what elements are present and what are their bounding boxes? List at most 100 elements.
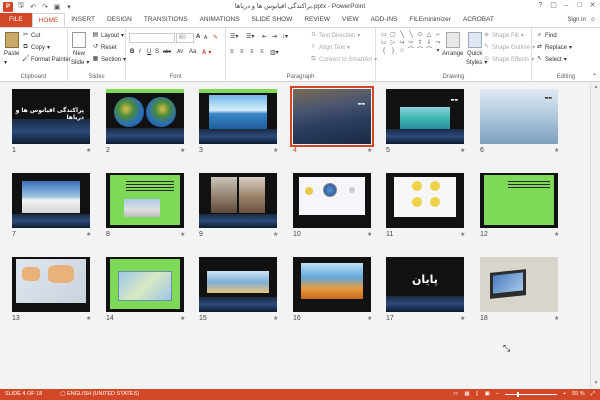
shape-item[interactable]: ▭ bbox=[380, 32, 388, 39]
shape-item[interactable]: ▭ bbox=[380, 40, 388, 47]
new-slide-icon[interactable] bbox=[72, 32, 86, 48]
minimize-icon[interactable]: – bbox=[561, 0, 572, 11]
transition-star-icon[interactable]: ★ bbox=[554, 315, 559, 322]
arrange-icon[interactable] bbox=[446, 32, 460, 48]
font-color-button[interactable]: A ▾ bbox=[202, 49, 211, 57]
reading-view-icon[interactable]: ▯ bbox=[476, 389, 479, 400]
zoom-slider-thumb[interactable] bbox=[517, 392, 520, 397]
tab-transitions[interactable]: TRANSITIONS bbox=[138, 13, 194, 27]
tab-review[interactable]: REVIEW bbox=[298, 13, 336, 27]
slide-thumbnail-6[interactable]: ▬▬ bbox=[480, 89, 558, 144]
bullets-icon[interactable]: ☰▾ bbox=[230, 33, 238, 40]
paste-dropdown-icon[interactable]: ▾ bbox=[4, 59, 7, 66]
slide-thumbnail-8[interactable] bbox=[106, 173, 184, 228]
shape-item[interactable]: ⇩ bbox=[425, 40, 433, 47]
shape-item[interactable]: ↪ bbox=[398, 40, 406, 47]
quick-styles-button[interactable]: Quick bbox=[467, 51, 482, 57]
convert-smartart-button[interactable]: ⧉ Convert to SmartArt ▾ bbox=[310, 56, 377, 63]
tab-animations[interactable]: ANIMATIONS bbox=[194, 13, 246, 27]
normal-view-icon[interactable]: ▭ bbox=[453, 389, 458, 400]
section-button[interactable]: ▦ Section ▾ bbox=[92, 56, 126, 63]
replace-button[interactable]: ⇄ Replace ▾ bbox=[536, 44, 572, 51]
shape-effects-button[interactable]: ◎ Shape Effects ▾ bbox=[483, 56, 534, 63]
help-icon[interactable]: ? bbox=[535, 0, 546, 11]
shapes-gallery[interactable]: ▭ ▢ ╲ ╲ ⬭ △ ⌐ ▭ ▷ ↪ ⇨ ⇧ ⇩ ⤳ { } ☆ ⌒ ⌒ ⌒ … bbox=[380, 32, 442, 55]
cut-button[interactable]: ✂ Cut bbox=[22, 32, 40, 39]
ribbon-display-icon[interactable]: ▢ bbox=[548, 0, 559, 11]
slide-thumbnail-12[interactable] bbox=[480, 173, 558, 228]
maximize-icon[interactable]: □ bbox=[574, 0, 585, 11]
tab-acrobat[interactable]: ACROBAT bbox=[457, 13, 500, 27]
shape-item[interactable]: △ bbox=[425, 32, 433, 39]
tab-home[interactable]: HOME bbox=[31, 13, 66, 27]
shape-item[interactable]: ⬭ bbox=[416, 32, 424, 39]
shape-item[interactable]: ☆ bbox=[398, 48, 406, 55]
font-name-input[interactable] bbox=[129, 33, 175, 43]
layout-button[interactable]: ▤ Layout ▾ bbox=[92, 32, 124, 39]
shape-item[interactable]: ⇨ bbox=[407, 40, 415, 47]
transition-star-icon[interactable]: ★ bbox=[460, 231, 465, 238]
quick-styles-icon[interactable] bbox=[468, 32, 482, 48]
transition-star-icon[interactable]: ★ bbox=[86, 147, 91, 154]
char-spacing-button[interactable]: AV bbox=[177, 49, 183, 55]
shrink-font-button[interactable]: A bbox=[204, 35, 207, 41]
slide-thumbnail-9[interactable] bbox=[199, 173, 277, 228]
transition-star-icon[interactable]: ★ bbox=[180, 147, 185, 154]
transition-star-icon[interactable]: ★ bbox=[180, 315, 185, 322]
transition-star-icon[interactable]: ★ bbox=[273, 231, 278, 238]
shape-item[interactable]: ╲ bbox=[398, 32, 406, 39]
justify-icon[interactable]: ≡ bbox=[260, 49, 264, 55]
transition-star-icon[interactable]: ★ bbox=[554, 147, 559, 154]
language-status[interactable]: ▢ ENGLISH (UNITED STATES) bbox=[60, 389, 139, 400]
collapse-ribbon-icon[interactable]: ⌃ bbox=[592, 73, 597, 80]
transition-star-icon[interactable]: ★ bbox=[460, 147, 465, 154]
tab-design[interactable]: DESIGN bbox=[101, 13, 138, 27]
shape-item[interactable]: } bbox=[389, 48, 397, 55]
tab-fileminimizer[interactable]: FILEminimizer bbox=[403, 13, 457, 27]
change-case-button[interactable]: Aa bbox=[189, 49, 196, 55]
slide-thumbnail-16[interactable] bbox=[293, 257, 371, 312]
shape-item[interactable]: ⇧ bbox=[416, 40, 424, 47]
grow-font-button[interactable]: A bbox=[196, 34, 200, 40]
transition-star-icon[interactable]: ★ bbox=[86, 231, 91, 238]
columns-icon[interactable]: ▥▾ bbox=[270, 49, 279, 56]
align-right-icon[interactable]: ≡ bbox=[250, 49, 254, 55]
shape-item[interactable]: ⌐ bbox=[434, 32, 442, 39]
transition-star-icon[interactable]: ★ bbox=[367, 147, 372, 154]
new-slide-label-2[interactable]: Slide ▾ bbox=[71, 59, 89, 67]
arrange-button[interactable]: Arrange bbox=[442, 51, 463, 57]
align-center-icon[interactable]: ≡ bbox=[240, 49, 244, 55]
slide-sorter-view-icon[interactable]: ▦ bbox=[464, 389, 469, 400]
copy-button[interactable]: ⧉ Copy ▾ bbox=[22, 44, 50, 51]
format-painter-button[interactable]: 🖌 Format Painter bbox=[22, 56, 71, 63]
transition-star-icon[interactable]: ★ bbox=[367, 231, 372, 238]
clear-formatting-icon[interactable]: ✎ bbox=[213, 34, 218, 41]
bold-button[interactable]: B bbox=[130, 49, 134, 55]
zoom-slider[interactable] bbox=[504, 392, 557, 397]
slide-thumbnail-13[interactable] bbox=[12, 257, 90, 312]
slide-count-status[interactable]: SLIDE 4 OF 18 bbox=[5, 389, 42, 400]
shape-item[interactable]: ⌒ bbox=[407, 48, 415, 55]
shape-fill-button[interactable]: ◈ Shape Fill ▾ bbox=[483, 32, 524, 39]
paste-icon[interactable] bbox=[5, 32, 19, 48]
sign-in-link[interactable]: Sign in bbox=[568, 13, 586, 27]
underline-button[interactable]: U bbox=[147, 49, 151, 55]
shape-item[interactable]: ⤳ bbox=[434, 40, 442, 47]
slide-thumbnail-5[interactable]: ▬▬ bbox=[386, 89, 464, 144]
select-button[interactable]: ↖ Select ▾ bbox=[536, 56, 567, 63]
vertical-scrollbar[interactable]: ▲ ▼ bbox=[590, 83, 600, 389]
numbering-icon[interactable]: ☰▾ bbox=[246, 33, 254, 40]
slide-thumbnail-18[interactable] bbox=[480, 257, 558, 312]
slide-thumbnail-1[interactable]: پراکندگی اقیانوس ها و دریاها bbox=[12, 89, 90, 144]
zoom-in-icon[interactable]: + bbox=[563, 389, 566, 400]
slide-thumbnail-10[interactable] bbox=[293, 173, 371, 228]
slide-thumbnail-4[interactable]: ▬▬ bbox=[290, 86, 374, 147]
close-icon[interactable]: ✕ bbox=[587, 0, 598, 11]
slide-thumbnail-11[interactable] bbox=[386, 173, 464, 228]
tab-slide-show[interactable]: SLIDE SHOW bbox=[246, 13, 299, 27]
fit-to-window-icon[interactable]: ⤢ bbox=[591, 389, 595, 400]
zoom-level[interactable]: 55 % bbox=[572, 389, 585, 400]
shape-item[interactable]: ⌒ bbox=[416, 48, 424, 55]
increase-indent-icon[interactable]: ⇥ bbox=[272, 33, 277, 40]
scroll-up-icon[interactable]: ▲ bbox=[592, 84, 600, 92]
